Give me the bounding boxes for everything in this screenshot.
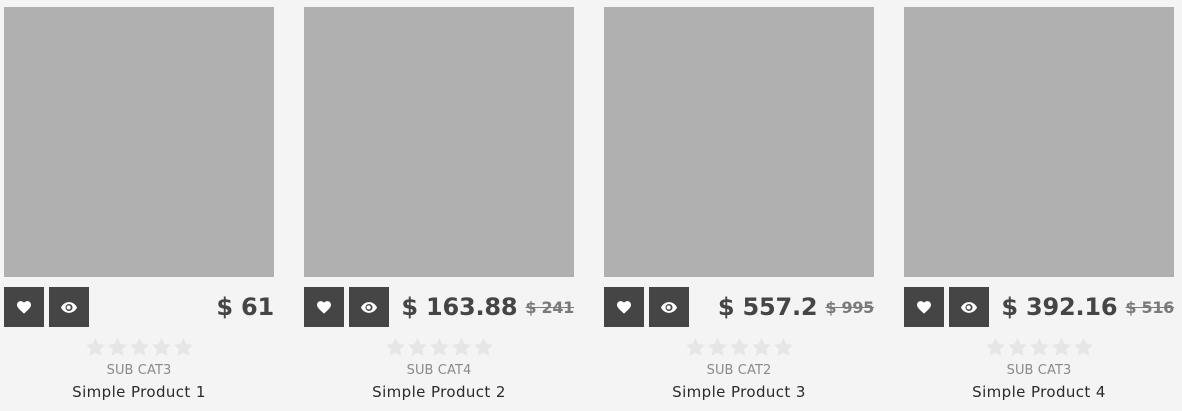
product-old-price: $ 995 (825, 297, 874, 317)
product-card[interactable]: $ 557.2 $ 995 SUB CAT2 Simple Product 3 (604, 7, 874, 411)
star-icon (1073, 338, 1093, 356)
star-icon (1029, 338, 1049, 356)
product-card[interactable]: $ 61 SUB CAT3 Simple Product 1 (4, 7, 274, 411)
star-icon (407, 338, 427, 356)
product-card[interactable]: $ 163.88 $ 241 SUB CAT4 Simple Product 2 (304, 7, 574, 411)
rating-stars (304, 338, 574, 356)
heart-icon (617, 300, 631, 314)
wishlist-button[interactable] (304, 287, 344, 327)
product-title[interactable]: Simple Product 2 (304, 383, 574, 401)
star-icon (1051, 338, 1071, 356)
star-icon (107, 338, 127, 356)
product-price: $ 163.88 (401, 293, 518, 321)
product-actions (904, 287, 989, 327)
rating-stars (904, 338, 1174, 356)
product-actions (304, 287, 389, 327)
star-icon (685, 338, 705, 356)
quick-view-button[interactable] (49, 287, 89, 327)
eye-icon (361, 301, 377, 313)
star-icon (385, 338, 405, 356)
product-image[interactable] (604, 7, 874, 277)
quick-view-button[interactable] (949, 287, 989, 327)
star-icon (707, 338, 727, 356)
star-icon (473, 338, 493, 356)
product-price: $ 392.16 (1001, 293, 1118, 321)
price-block: $ 392.16 $ 516 (1001, 287, 1174, 327)
eye-icon (961, 301, 977, 313)
product-title[interactable]: Simple Product 3 (604, 383, 874, 401)
product-price: $ 61 (216, 293, 274, 321)
eye-icon (661, 301, 677, 313)
product-category[interactable]: SUB CAT3 (4, 363, 274, 378)
star-icon (773, 338, 793, 356)
star-icon (173, 338, 193, 356)
product-title[interactable]: Simple Product 1 (4, 383, 274, 401)
price-block: $ 61 (216, 287, 274, 327)
wishlist-button[interactable] (4, 287, 44, 327)
eye-icon (61, 301, 77, 313)
product-price: $ 557.2 (717, 293, 818, 321)
quick-view-button[interactable] (349, 287, 389, 327)
product-category[interactable]: SUB CAT3 (904, 363, 1174, 378)
star-icon (85, 338, 105, 356)
product-card[interactable]: $ 392.16 $ 516 SUB CAT3 Simple Product 4 (904, 7, 1174, 411)
product-title[interactable]: Simple Product 4 (904, 383, 1174, 401)
product-grid: $ 61 SUB CAT3 Simple Product 1 $ 163.88 … (4, 7, 1174, 411)
heart-icon (317, 300, 331, 314)
star-icon (451, 338, 471, 356)
heart-icon (917, 300, 931, 314)
rating-stars (604, 338, 874, 356)
price-block: $ 557.2 $ 995 (718, 287, 874, 327)
wishlist-button[interactable] (604, 287, 644, 327)
product-old-price: $ 516 (1125, 297, 1174, 317)
product-old-price: $ 241 (525, 297, 574, 317)
product-image[interactable] (4, 7, 274, 277)
product-actions (604, 287, 689, 327)
product-actions (4, 287, 89, 327)
rating-stars (4, 338, 274, 356)
product-image[interactable] (304, 7, 574, 277)
heart-icon (17, 300, 31, 314)
product-image[interactable] (904, 7, 1174, 277)
star-icon (751, 338, 771, 356)
star-icon (129, 338, 149, 356)
wishlist-button[interactable] (904, 287, 944, 327)
star-icon (1007, 338, 1027, 356)
quick-view-button[interactable] (649, 287, 689, 327)
star-icon (429, 338, 449, 356)
product-category[interactable]: SUB CAT4 (304, 363, 574, 378)
star-icon (985, 338, 1005, 356)
star-icon (729, 338, 749, 356)
star-icon (151, 338, 171, 356)
price-block: $ 163.88 $ 241 (401, 287, 574, 327)
product-category[interactable]: SUB CAT2 (604, 363, 874, 378)
